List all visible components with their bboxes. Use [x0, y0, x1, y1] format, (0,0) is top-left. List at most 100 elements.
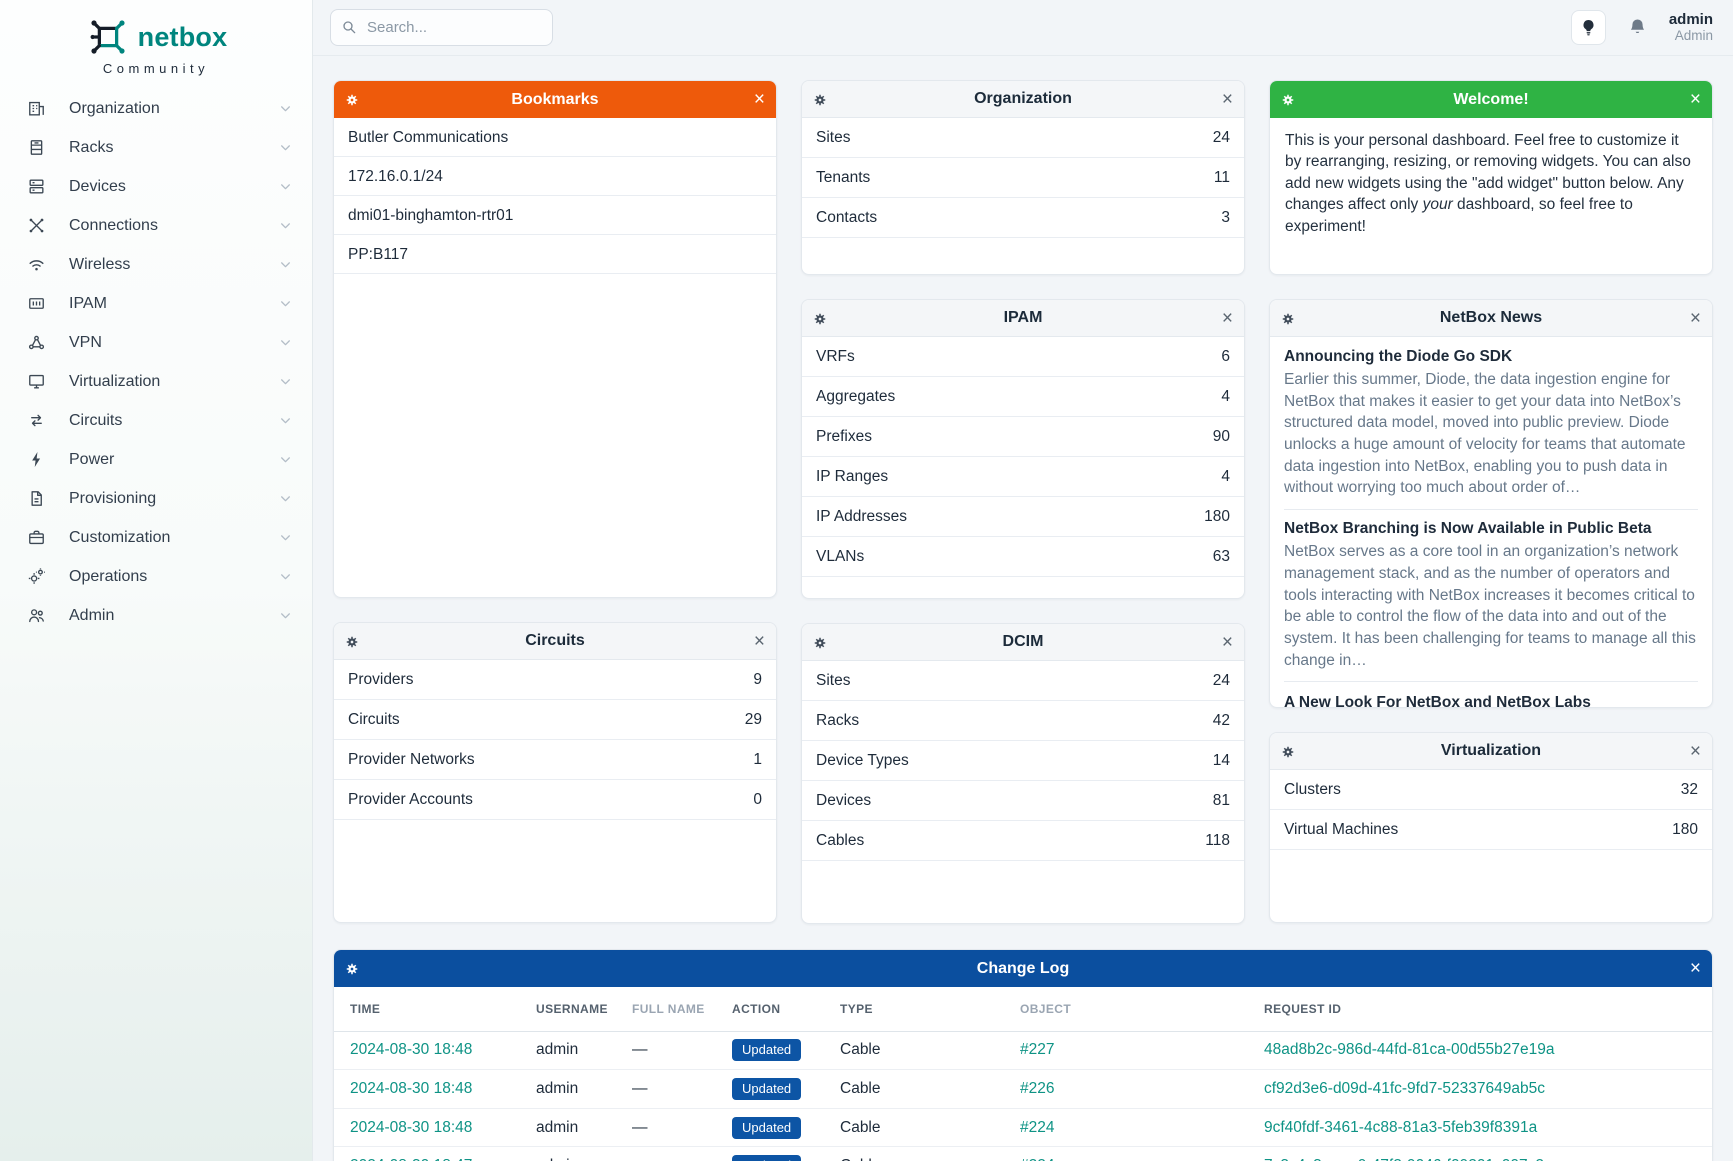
news-headline[interactable]: Announcing the Diode Go SDK	[1284, 348, 1698, 366]
request-id-link[interactable]: cf92d3e6-d09d-41fc-9fd7-52337649ab5c	[1264, 1080, 1696, 1098]
stat-row: Clusters 32	[1270, 770, 1712, 810]
stat-value[interactable]: 4	[1221, 468, 1230, 486]
request-id-link[interactable]: 48ad8b2c-986d-44fd-81ca-00d55b27e19a	[1264, 1041, 1696, 1059]
widget-config-button[interactable]	[1281, 300, 1295, 337]
sidebar-item-admin[interactable]: Admin	[0, 596, 312, 635]
stat-label[interactable]: VRFs	[816, 348, 855, 366]
request-id-link[interactable]: 9cf40fdf-3461-4c88-81a3-5feb39f8391a	[1264, 1119, 1696, 1137]
bookmark-item[interactable]: PP:B117	[334, 235, 776, 274]
theme-toggle-button[interactable]	[1571, 10, 1606, 45]
widget-close-button[interactable]: ×	[1222, 81, 1233, 118]
stat-label[interactable]: Devices	[816, 792, 871, 810]
stat-label[interactable]: Device Types	[816, 752, 909, 770]
change-object-link[interactable]: #227	[1020, 1041, 1264, 1059]
bookmark-item[interactable]: 172.16.0.1/24	[334, 157, 776, 196]
stat-value[interactable]: 81	[1213, 792, 1230, 810]
sidebar-item-organization[interactable]: Organization	[0, 89, 312, 128]
sidebar-item-vpn[interactable]: VPN	[0, 323, 312, 362]
widget-close-button[interactable]: ×	[754, 623, 765, 660]
change-object-link[interactable]: #224	[1020, 1119, 1264, 1137]
stat-value[interactable]: 6	[1221, 348, 1230, 366]
change-time-link[interactable]: 2024-08-30 18:47	[350, 1157, 536, 1161]
sidebar-item-provisioning[interactable]: Provisioning	[0, 479, 312, 518]
stat-value[interactable]: 63	[1213, 548, 1230, 566]
change-time-link[interactable]: 2024-08-30 18:48	[350, 1080, 536, 1098]
stat-value[interactable]: 1	[753, 751, 762, 769]
stat-value[interactable]: 180	[1672, 821, 1698, 839]
stat-label[interactable]: Clusters	[1284, 781, 1341, 799]
bookmark-item[interactable]: dmi01-binghamton-rtr01	[334, 196, 776, 235]
notifications-button[interactable]	[1627, 17, 1648, 38]
stat-label[interactable]: Sites	[816, 129, 850, 147]
stat-label[interactable]: Providers	[348, 671, 413, 689]
widget-close-button[interactable]: ×	[1222, 300, 1233, 337]
sidebar-item-racks[interactable]: Racks	[0, 128, 312, 167]
widget-config-button[interactable]	[345, 81, 359, 118]
sidebar-item-circuits[interactable]: Circuits	[0, 401, 312, 440]
widget-close-button[interactable]: ×	[1690, 300, 1701, 337]
stat-value[interactable]: 118	[1205, 832, 1230, 850]
widget-config-button[interactable]	[813, 624, 827, 661]
widget-config-button[interactable]	[345, 950, 359, 987]
stat-value[interactable]: 29	[745, 711, 762, 729]
widget-close-button[interactable]: ×	[1690, 733, 1701, 770]
gear-icon	[813, 93, 827, 107]
widget-config-button[interactable]	[345, 623, 359, 660]
widget-close-button[interactable]: ×	[1690, 81, 1701, 118]
stat-value[interactable]: 14	[1213, 752, 1230, 770]
stat-label[interactable]: Cables	[816, 832, 864, 850]
sidebar-item-devices[interactable]: Devices	[0, 167, 312, 206]
stat-label[interactable]: Provider Accounts	[348, 791, 473, 809]
stat-value[interactable]: 0	[753, 791, 762, 809]
change-object-link[interactable]: #226	[1020, 1080, 1264, 1098]
sidebar-item-label: Power	[69, 451, 279, 469]
sidebar-item-connections[interactable]: Connections	[0, 206, 312, 245]
stat-label[interactable]: Contacts	[816, 209, 877, 227]
stat-label[interactable]: VLANs	[816, 548, 864, 566]
sidebar-item-power[interactable]: Power	[0, 440, 312, 479]
user-menu[interactable]: admin Admin	[1669, 11, 1713, 44]
stat-value[interactable]: 90	[1213, 428, 1230, 446]
sidebar-item-wireless[interactable]: Wireless	[0, 245, 312, 284]
sidebar-item-customization[interactable]: Customization	[0, 518, 312, 557]
stat-label[interactable]: Racks	[816, 712, 859, 730]
news-headline[interactable]: NetBox Branching is Now Available in Pub…	[1284, 520, 1698, 538]
widget-close-button[interactable]: ×	[754, 81, 765, 118]
bookmark-item[interactable]: Butler Communications	[334, 118, 776, 157]
change-time-link[interactable]: 2024-08-30 18:48	[350, 1119, 536, 1137]
widget-config-button[interactable]	[813, 300, 827, 337]
stat-value[interactable]: 4	[1221, 388, 1230, 406]
stat-value[interactable]: 3	[1221, 209, 1230, 227]
stat-value[interactable]: 42	[1213, 712, 1230, 730]
widget-close-button[interactable]: ×	[1690, 950, 1701, 987]
widget-close-button[interactable]: ×	[1222, 624, 1233, 661]
request-id-link[interactable]: 7c3c4c3c-ccc9-47f2-9046-f09201c007c2	[1264, 1157, 1696, 1161]
stat-value[interactable]: 11	[1214, 169, 1230, 187]
stat-value[interactable]: 180	[1204, 508, 1230, 526]
stat-label[interactable]: Provider Networks	[348, 751, 475, 769]
news-headline[interactable]: A New Look For NetBox and NetBox Labs	[1284, 692, 1698, 708]
stat-label[interactable]: IP Ranges	[816, 468, 888, 486]
stat-value[interactable]: 24	[1213, 672, 1230, 690]
stat-label[interactable]: Aggregates	[816, 388, 895, 406]
stat-label[interactable]: IP Addresses	[816, 508, 907, 526]
stat-value[interactable]: 24	[1213, 129, 1230, 147]
stat-label[interactable]: Sites	[816, 672, 850, 690]
stat-value[interactable]: 32	[1681, 781, 1698, 799]
stat-label[interactable]: Tenants	[816, 169, 870, 187]
widget-config-button[interactable]	[1281, 81, 1295, 118]
stat-label[interactable]: Virtual Machines	[1284, 821, 1398, 839]
stat-label[interactable]: Prefixes	[816, 428, 872, 446]
sidebar-item-virtualization[interactable]: Virtualization	[0, 362, 312, 401]
sidebar-item-operations[interactable]: Operations	[0, 557, 312, 596]
widget-config-button[interactable]	[1281, 733, 1295, 770]
change-type: Cable	[840, 1041, 1020, 1059]
widget-config-button[interactable]	[813, 81, 827, 118]
change-time-link[interactable]: 2024-08-30 18:48	[350, 1041, 536, 1059]
sidebar-item-ipam[interactable]: IPAM	[0, 284, 312, 323]
change-object-link[interactable]: #224	[1020, 1157, 1264, 1161]
stat-label[interactable]: Circuits	[348, 711, 400, 729]
search-input[interactable]	[330, 9, 553, 46]
netbox-logo[interactable]: netbox Community	[0, 10, 312, 76]
stat-value[interactable]: 9	[753, 671, 762, 689]
